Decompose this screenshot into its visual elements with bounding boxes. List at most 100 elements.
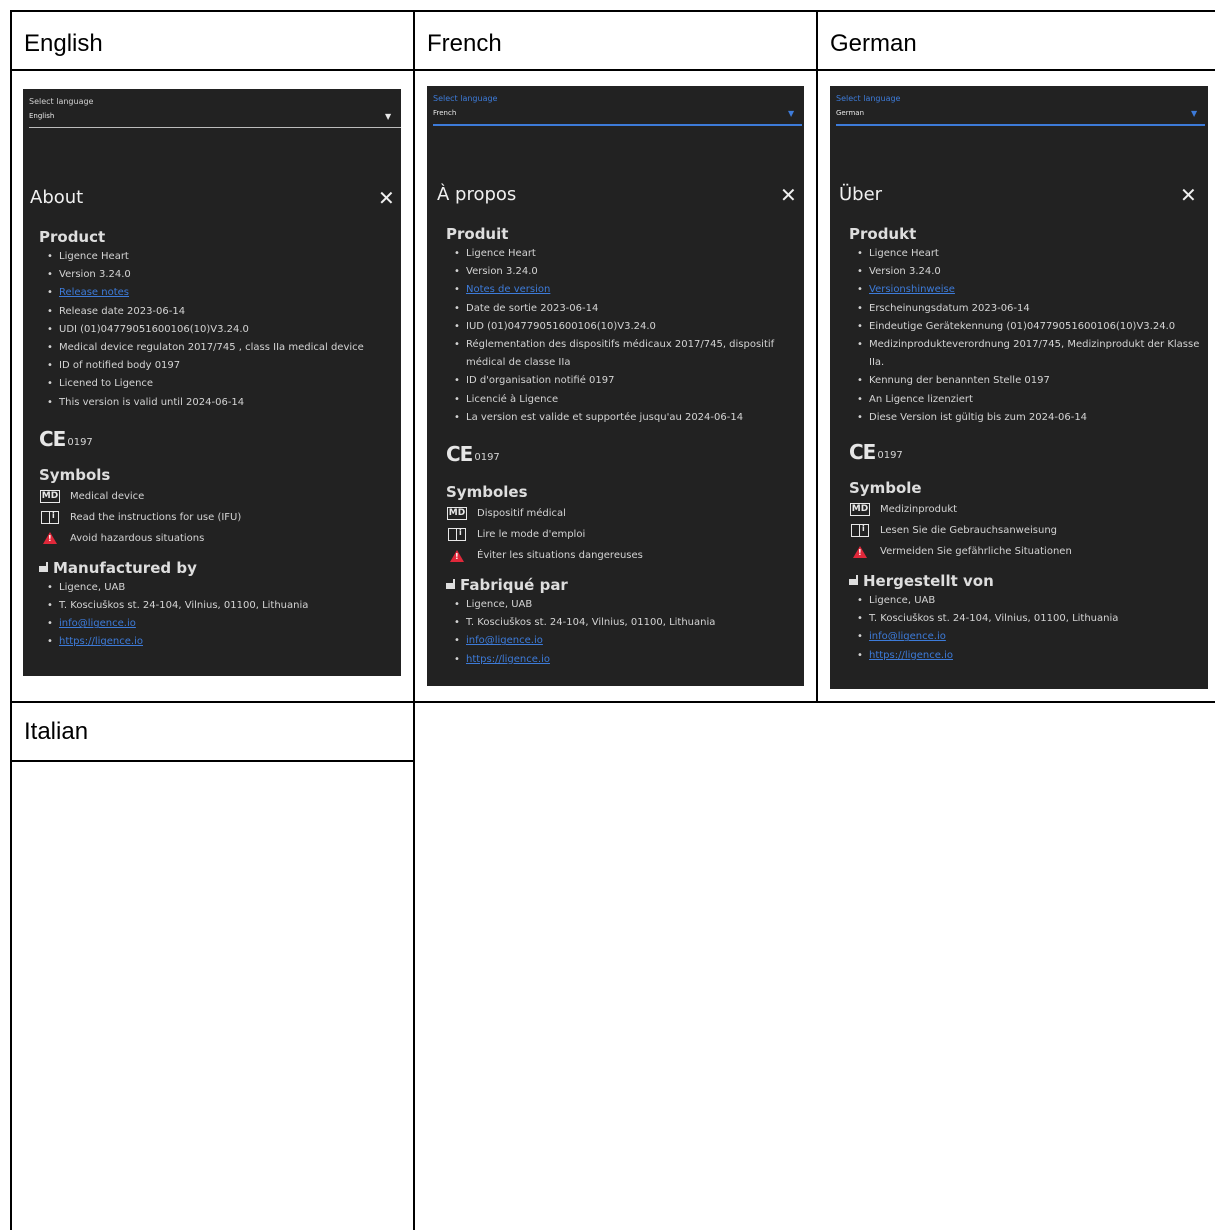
warning-triangle-icon: ! bbox=[446, 549, 468, 563]
factory-icon bbox=[849, 575, 858, 586]
manufacturer-heading: Fabriqué par bbox=[446, 576, 796, 594]
list-item: ID d'organisation notifié 0197 bbox=[452, 372, 796, 390]
symbol-label: Lesen Sie die Gebrauchsanweisung bbox=[880, 525, 1058, 537]
notified-body-number: 0197 bbox=[877, 450, 903, 462]
email-link[interactable]: info@ligence.io bbox=[59, 618, 136, 629]
language-select[interactable]: English bbox=[29, 112, 54, 120]
product-list: Ligence Heart Version 3.24.0 Notes de ve… bbox=[446, 245, 796, 427]
table-header-divider-2 bbox=[10, 760, 415, 762]
list-item: Licencié à Ligence bbox=[452, 391, 796, 409]
about-dialog-french: Select language French ▼ À propos ✕ Prod… bbox=[427, 86, 804, 686]
table-border-top bbox=[10, 10, 1215, 12]
manufacturer-heading-text: Manufactured by bbox=[53, 558, 197, 577]
list-item: Release notes bbox=[45, 284, 393, 302]
md-label: MD bbox=[446, 507, 468, 521]
release-notes-link[interactable]: Notes de version bbox=[466, 284, 550, 295]
symbol-row: ! Avoid hazardous situations bbox=[39, 528, 393, 549]
ce-marking: CE 0197 bbox=[849, 441, 1200, 463]
manufacturer-list: Ligence, UAB T. Kosciuškos st. 24-104, V… bbox=[849, 592, 1200, 665]
dropdown-arrow-icon[interactable]: ▼ bbox=[385, 112, 391, 121]
list-item: Version 3.24.0 bbox=[855, 263, 1200, 281]
ce-mark-icon: CE bbox=[446, 442, 473, 467]
table-divider-2 bbox=[816, 10, 818, 702]
symbol-label: Medical device bbox=[70, 490, 145, 502]
dialog-title: About bbox=[30, 187, 84, 208]
dialog-content: Produit Ligence Heart Version 3.24.0 Not… bbox=[446, 225, 796, 669]
symbol-row: ! Éviter les situations dangereuses bbox=[446, 545, 796, 566]
list-item: Diese Version ist gültig bis zum 2024-06… bbox=[855, 409, 1200, 427]
warning-triangle-icon: ! bbox=[849, 545, 871, 559]
about-dialog-german: Select language German ▼ Über ✕ Produkt … bbox=[830, 86, 1208, 689]
column-header-german: German bbox=[830, 30, 917, 57]
list-item: Ligence, UAB bbox=[452, 596, 796, 614]
list-item: La version est valide et supportée jusqu… bbox=[452, 409, 796, 427]
symbols-heading: Symboles bbox=[446, 483, 528, 502]
email-link[interactable]: info@ligence.io bbox=[466, 635, 543, 646]
select-underline bbox=[836, 124, 1205, 126]
website-link[interactable]: https://ligence.io bbox=[466, 654, 550, 665]
list-item: Notes de version bbox=[452, 281, 796, 299]
release-notes-link[interactable]: Release notes bbox=[59, 287, 129, 298]
language-select[interactable]: German bbox=[836, 109, 864, 117]
release-notes-link[interactable]: Versionshinweise bbox=[869, 284, 955, 295]
list-item: ID of notified body 0197 bbox=[45, 357, 393, 375]
dropdown-arrow-icon[interactable]: ▼ bbox=[788, 109, 794, 118]
manufacturer-heading-text: Fabriqué par bbox=[460, 576, 568, 595]
select-underline bbox=[29, 127, 401, 128]
instructions-book-icon: i bbox=[849, 524, 871, 538]
md-label: MD bbox=[849, 503, 871, 517]
symbol-row: i Read the instructions for use (IFU) bbox=[39, 507, 393, 528]
language-select-label: Select language bbox=[433, 94, 498, 103]
symbol-row: MD Dispositif médical bbox=[446, 503, 796, 524]
manufacturer-heading: Manufactured by bbox=[39, 559, 393, 577]
medical-device-icon: MD bbox=[446, 507, 468, 521]
list-item: Ligence, UAB bbox=[855, 592, 1200, 610]
list-item: Kennung der benannten Stelle 0197 bbox=[855, 372, 1200, 390]
column-header-italian: Italian bbox=[24, 718, 89, 745]
close-icon[interactable]: ✕ bbox=[780, 183, 797, 207]
list-item: info@ligence.io bbox=[452, 632, 796, 650]
symbols-heading: Symbols bbox=[39, 465, 111, 484]
list-item: T. Kosciuškos st. 24-104, Vilnius, 01100… bbox=[855, 610, 1200, 628]
dialog-content: Product Ligence Heart Version 3.24.0 Rel… bbox=[39, 228, 393, 652]
symbol-label: Avoid hazardous situations bbox=[70, 532, 205, 544]
list-item: Erscheinungsdatum 2023-06-14 bbox=[855, 300, 1200, 318]
table-divider-1 bbox=[413, 10, 415, 1230]
table-header-divider-1 bbox=[10, 69, 1215, 71]
list-item: https://ligence.io bbox=[855, 647, 1200, 665]
list-item: info@ligence.io bbox=[45, 615, 393, 633]
dropdown-arrow-icon[interactable]: ▼ bbox=[1191, 109, 1197, 118]
symbol-label: Dispositif médical bbox=[477, 508, 566, 520]
dialog-title: Über bbox=[839, 184, 883, 205]
list-item: An Ligence lizenziert bbox=[855, 391, 1200, 409]
notified-body-number: 0197 bbox=[67, 436, 93, 448]
ce-marking: CE 0197 bbox=[39, 428, 393, 450]
column-header-french: French bbox=[427, 30, 502, 57]
instructions-book-icon: i bbox=[446, 528, 468, 542]
list-item: info@ligence.io bbox=[855, 628, 1200, 646]
close-icon[interactable]: ✕ bbox=[378, 186, 395, 210]
close-icon[interactable]: ✕ bbox=[1180, 183, 1197, 207]
list-item: UDI (01)04779051600106(10)V3.24.0 bbox=[45, 321, 393, 339]
symbol-label: Medizinprodukt bbox=[880, 504, 958, 516]
product-list: Ligence Heart Version 3.24.0 Release not… bbox=[39, 248, 393, 412]
email-link[interactable]: info@ligence.io bbox=[869, 631, 946, 642]
symbol-row: i Lesen Sie die Gebrauchsanweisung bbox=[849, 520, 1200, 541]
ce-marking: CE 0197 bbox=[446, 443, 796, 465]
md-label: MD bbox=[39, 489, 61, 503]
website-link[interactable]: https://ligence.io bbox=[59, 636, 143, 647]
product-heading: Produit bbox=[446, 225, 509, 243]
list-item: Date de sortie 2023-06-14 bbox=[452, 300, 796, 318]
dialog-content: Produkt Ligence Heart Version 3.24.0 Ver… bbox=[849, 225, 1200, 665]
list-item: IUD (01)04779051600106(10)V3.24.0 bbox=[452, 318, 796, 336]
manufacturer-heading: Hergestellt von bbox=[849, 572, 1200, 590]
symbol-row: MD Medical device bbox=[39, 486, 393, 507]
factory-icon bbox=[446, 579, 455, 590]
list-item: Ligence Heart bbox=[855, 245, 1200, 263]
website-link[interactable]: https://ligence.io bbox=[869, 650, 953, 661]
list-item: Versionshinweise bbox=[855, 281, 1200, 299]
list-item: Release date 2023-06-14 bbox=[45, 303, 393, 321]
list-item: Ligence Heart bbox=[45, 248, 393, 266]
manufacturer-heading-text: Hergestellt von bbox=[863, 572, 994, 591]
language-select[interactable]: French bbox=[433, 109, 456, 117]
